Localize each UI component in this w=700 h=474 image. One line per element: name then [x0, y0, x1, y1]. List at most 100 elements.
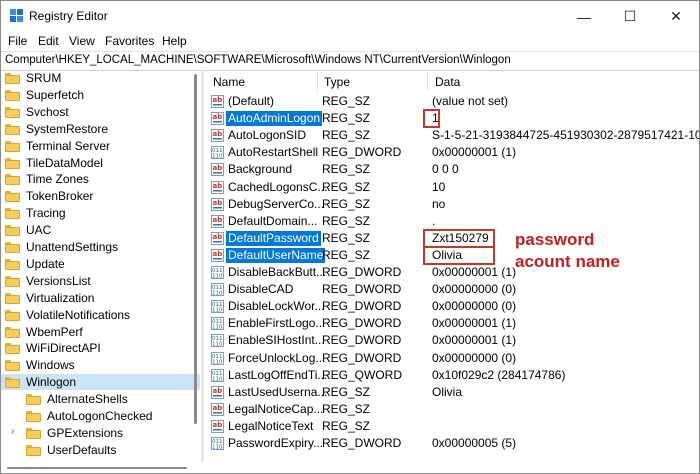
folder-icon — [5, 89, 20, 101]
svg-text:ab: ab — [213, 164, 223, 172]
tree-item-tracing[interactable]: Tracing — [1, 205, 200, 221]
registry-editor-icon — [10, 9, 23, 22]
folder-icon — [5, 157, 20, 169]
svg-text:ab: ab — [213, 113, 223, 121]
value-row[interactable]: ab Background REG_SZ 0 0 0 — [205, 161, 699, 178]
close-button[interactable]: ✕ — [653, 1, 699, 32]
value-type: REG_DWORD — [322, 282, 402, 297]
value-row[interactable]: ab (Default) REG_SZ (value not set) — [205, 93, 699, 110]
tree-horizontal-scrollbar[interactable] — [1, 462, 699, 473]
value-row[interactable]: 011 110 ForceUnlockLog... REG_DWORD 0x000000… — [205, 350, 699, 367]
value-row[interactable]: 011 110 DisableLockWor... REG_DWORD 0x000000… — [205, 298, 699, 315]
svg-text:110: 110 — [212, 274, 223, 280]
menu-help[interactable]: Help — [162, 34, 187, 48]
tree-vertical-scrollbar[interactable] — [192, 70, 200, 462]
column-divider[interactable] — [427, 72, 428, 90]
tree-item-label: VersionsList — [26, 273, 91, 288]
value-row[interactable]: 011 110 LastLogOffEndTi... REG_QWORD 0x10f02… — [205, 367, 699, 384]
chevron-right-icon[interactable]: › — [11, 426, 14, 437]
value-row[interactable]: ab DefaultPassword REG_SZ Zxt150279 — [205, 228, 699, 248]
tree-item-userdefaults[interactable]: UserDefaults — [1, 442, 200, 458]
binary-value-icon: 011110 — [211, 146, 224, 160]
value-row[interactable]: 011 110 EnableSIHostInt... REG_DWORD 0x00000… — [205, 332, 699, 349]
tree-item-tiledatamodel[interactable]: TileDataModel — [1, 155, 200, 171]
address-path[interactable]: Computer\HKEY_LOCAL_MACHINE\SOFTWARE\Mic… — [5, 54, 511, 66]
tree-item-gpextensions[interactable]: › GPExtensions — [1, 425, 200, 441]
tree-item-autologonchecked[interactable]: AutoLogonChecked — [1, 408, 200, 424]
value-type: REG_SZ — [322, 384, 371, 399]
tree-item-svchost[interactable]: Svchost — [1, 104, 200, 120]
registry-editor-window: Registry Editor — ☐ ✕ File Edit View Fav… — [0, 0, 700, 474]
value-row[interactable]: ab AutoAdminLogon REG_SZ 1 — [205, 109, 699, 129]
tree-item-label: UnattendSettings — [26, 240, 119, 254]
tree-item-unattendsettings[interactable]: UnattendSettings — [1, 239, 200, 255]
value-type: REG_DWORD — [322, 145, 402, 160]
tree-item-wifidirectapi[interactable]: WiFiDirectAPI — [1, 340, 200, 356]
tree-item-label: UserDefaults — [47, 442, 117, 457]
menu-favorites[interactable]: Favorites — [105, 34, 154, 48]
value-type: REG_DWORD — [322, 350, 402, 365]
value-row[interactable]: ab CachedLogonsC... REG_SZ 10 — [205, 179, 699, 196]
value-row[interactable]: ab AutoLogonSID REG_SZ S-1-5-21-3193844725-… — [205, 127, 699, 144]
tree-item-time-zones[interactable]: Time Zones — [1, 171, 200, 187]
value-name: EnableFirstLogo... — [228, 316, 326, 331]
tree-item-update[interactable]: Update — [1, 256, 200, 272]
maximize-button[interactable]: ☐ — [607, 1, 653, 32]
menu-edit[interactable]: Edit — [38, 34, 59, 48]
scrollbar-thumb[interactable] — [7, 467, 187, 469]
menu-view[interactable]: View — [69, 34, 95, 48]
column-divider[interactable] — [317, 72, 318, 90]
tree-item-alternateshells[interactable]: AlternateShells — [1, 391, 200, 407]
tree-item-wbemperf[interactable]: WbemPerf — [1, 324, 200, 340]
highlight-box — [423, 109, 440, 129]
value-name: DefaultDomain... — [228, 213, 318, 228]
tree-item-label: UAC — [26, 223, 52, 238]
annotation-account-name: acount name — [515, 252, 620, 271]
value-row[interactable]: ab DebugServerCo... REG_SZ no — [205, 196, 699, 213]
tree-item-uac[interactable]: UAC — [1, 222, 200, 238]
value-data: (value not set) — [432, 94, 509, 108]
tree-item-virtualization[interactable]: Virtualization — [1, 290, 200, 306]
tree-item-srum[interactable]: SRUM — [1, 70, 200, 86]
binary-value-icon: 011110 — [211, 300, 224, 314]
value-row[interactable]: ab LegalNoticeText REG_SZ — [205, 418, 699, 435]
value-data: 0x00000000 (0) — [432, 299, 517, 314]
folder-icon — [5, 377, 20, 389]
value-row[interactable]: 011 110 PasswordExpiry... REG_DWORD 0x000000… — [205, 435, 699, 452]
tree-item-winlogon[interactable]: Winlogon — [1, 374, 200, 391]
address-bar[interactable]: Computer\HKEY_LOCAL_MACHINE\SOFTWARE\Mic… — [1, 51, 699, 71]
value-row[interactable]: 011 110 AutoRestartShell REG_DWORD 0x0000000… — [205, 144, 699, 161]
tree-item-label: TileDataModel — [26, 155, 103, 170]
scrollbar-thumb[interactable] — [194, 74, 197, 424]
column-name[interactable]: Name — [213, 75, 245, 89]
tree-item-tokenbroker[interactable]: TokenBroker — [1, 188, 200, 204]
tree-item-versionslist[interactable]: VersionsList — [1, 273, 200, 289]
value-row[interactable]: ab DefaultDomain... REG_SZ. — [205, 213, 699, 230]
value-row[interactable]: ab LastUsedUserna... REG_SZ Olivia — [205, 384, 699, 401]
minimize-button[interactable]: — — [561, 1, 607, 32]
value-name: AutoLogonSID — [228, 128, 307, 143]
folder-icon — [5, 360, 20, 372]
binary-value-icon: 011110 — [211, 317, 224, 331]
tree-item-terminal-server[interactable]: Terminal Server — [1, 138, 200, 154]
tree-item-windows[interactable]: Windows — [1, 357, 200, 373]
value-name: Background — [228, 162, 293, 177]
string-value-icon: ab — [211, 180, 224, 194]
value-row[interactable]: ab LegalNoticeCap... REG_SZ — [205, 401, 699, 418]
value-row[interactable]: 011 110 DisableCAD REG_DWORD 0x00000000 (0) — [205, 281, 699, 298]
tree-item-systemrestore[interactable]: SystemRestore — [1, 121, 200, 137]
values-pane: Name Type Data ab (Default) REG_SZ (value n… — [205, 70, 699, 462]
pane-splitter[interactable] — [201, 70, 204, 462]
folder-icon — [26, 394, 41, 406]
value-row[interactable]: 011 110 DisableBackButt... REG_DWORD 0x00000… — [205, 264, 699, 281]
value-row[interactable]: ab DefaultUserName REG_SZ Olivia — [205, 245, 699, 265]
tree-item-volatilenotifications[interactable]: VolatileNotifications — [1, 307, 200, 323]
value-type: REG_QWORD — [322, 367, 403, 382]
menu-file[interactable]: File — [8, 34, 27, 48]
column-data[interactable]: Data — [435, 75, 460, 89]
value-row[interactable]: 011 110 EnableFirstLogo... REG_DWORD 0x00000… — [205, 315, 699, 332]
tree-item-superfetch[interactable]: Superfetch — [1, 87, 200, 103]
string-value-icon: ab — [211, 214, 224, 228]
key-tree[interactable]: SRUM Superfetch Svchost SystemRestore Termin… — [1, 70, 200, 462]
column-type[interactable]: Type — [324, 75, 350, 89]
